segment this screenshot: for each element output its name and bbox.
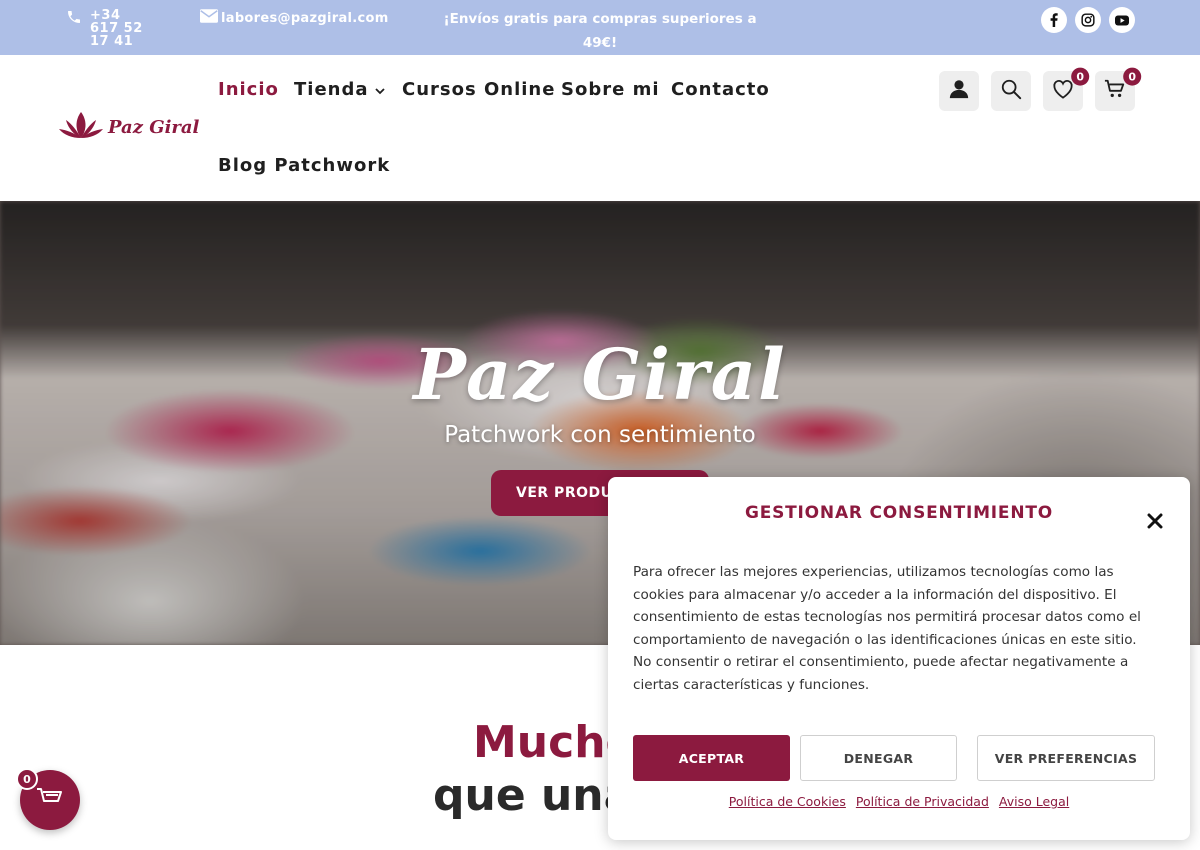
accept-button[interactable]: ACEPTAR bbox=[633, 735, 790, 781]
nav-item-blog-patchwork[interactable]: Blog Patchwork bbox=[218, 155, 390, 176]
phone-icon bbox=[66, 9, 82, 29]
consent-policy-links: Política de Cookies Política de Privacid… bbox=[608, 794, 1190, 809]
floating-cart-count: 0 bbox=[16, 768, 38, 790]
nav-item-contacto[interactable]: Contacto bbox=[671, 79, 770, 100]
search-button[interactable] bbox=[991, 71, 1031, 111]
nav-label: Cursos Online bbox=[402, 79, 556, 100]
nav-label: Sobre mi bbox=[561, 79, 660, 100]
user-icon bbox=[948, 78, 970, 104]
phone-contact[interactable]: +34 617 52 17 41 bbox=[66, 9, 152, 48]
mail-icon bbox=[200, 9, 218, 27]
wishlist-count-badge: 0 bbox=[1071, 67, 1090, 86]
header-icons: 0 0 bbox=[939, 67, 1142, 111]
cart-count-badge: 0 bbox=[1123, 67, 1142, 86]
nav-label: Inicio bbox=[218, 79, 279, 100]
hero-subtitle: Patchwork con sentimiento bbox=[444, 422, 756, 448]
cart-icon bbox=[36, 786, 64, 814]
facebook-icon[interactable] bbox=[1041, 7, 1067, 33]
lotus-icon bbox=[58, 110, 104, 144]
chevron-down-icon bbox=[374, 79, 385, 100]
cookie-consent-dialog: GESTIONAR CONSENTIMIENTO Para ofrecer la… bbox=[608, 477, 1190, 840]
site-logo[interactable]: Paz Giral bbox=[58, 110, 199, 144]
privacy-policy-link[interactable]: Política de Privacidad bbox=[856, 794, 989, 809]
cookie-policy-link[interactable]: Política de Cookies bbox=[729, 794, 846, 809]
legal-notice-link[interactable]: Aviso Legal bbox=[999, 794, 1069, 809]
nav-item-tienda[interactable]: Tienda bbox=[294, 79, 385, 100]
nav-label: Contacto bbox=[671, 79, 770, 100]
email-address[interactable]: labores@pazgiral.com bbox=[221, 11, 389, 26]
nav-item-cursos-online[interactable]: Cursos Online bbox=[402, 79, 555, 100]
youtube-icon[interactable] bbox=[1109, 7, 1135, 33]
account-button[interactable] bbox=[939, 71, 979, 111]
close-icon[interactable] bbox=[1144, 510, 1166, 532]
heart-icon bbox=[1052, 79, 1074, 103]
promo-text: ¡Envíos gratis para compras superiores a… bbox=[443, 11, 757, 51]
nav-label: Blog Patchwork bbox=[218, 155, 391, 176]
view-preferences-button[interactable]: VER PREFERENCIAS bbox=[977, 735, 1155, 781]
nav-item-inicio[interactable]: Inicio bbox=[218, 79, 279, 100]
social-links bbox=[1041, 7, 1135, 33]
floating-cart-button[interactable]: 0 bbox=[16, 768, 80, 830]
cart-icon bbox=[1104, 78, 1126, 104]
nav-item-sobre-mi[interactable]: Sobre mi bbox=[561, 79, 660, 100]
phone-number[interactable]: +34 617 52 17 41 bbox=[90, 9, 152, 48]
top-bar: +34 617 52 17 41 labores@pazgiral.com ¡E… bbox=[0, 0, 1200, 55]
consent-title: GESTIONAR CONSENTIMIENTO bbox=[744, 503, 1054, 523]
nav-label: Tienda bbox=[294, 79, 369, 100]
search-icon bbox=[1000, 78, 1022, 104]
hero-title: Paz Giral bbox=[413, 333, 787, 416]
instagram-icon[interactable] bbox=[1075, 7, 1101, 33]
wishlist-button[interactable]: 0 bbox=[1043, 67, 1090, 111]
email-contact[interactable]: labores@pazgiral.com bbox=[200, 9, 389, 27]
logo-text: Paz Giral bbox=[108, 116, 200, 138]
site-header: Paz Giral Inicio Tienda Cursos Online So… bbox=[0, 55, 1200, 201]
deny-button[interactable]: DENEGAR bbox=[800, 735, 957, 781]
cart-button[interactable]: 0 bbox=[1095, 67, 1142, 111]
consent-body-text: Para ofrecer las mejores experiencias, u… bbox=[633, 564, 1141, 693]
